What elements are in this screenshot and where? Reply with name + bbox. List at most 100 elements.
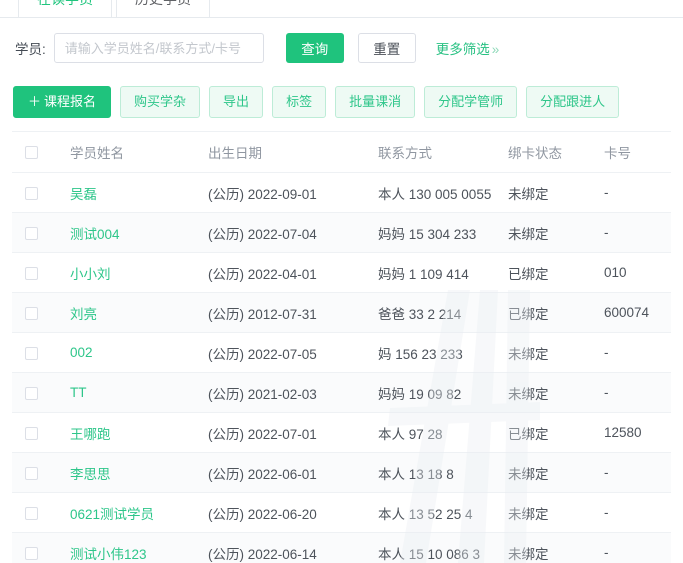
table-body: 吴磊 (公历) 2022-09-01 本人 130 005 0055 未绑定 -…: [12, 172, 671, 563]
tab-history-students[interactable]: 历史学员: [116, 0, 210, 17]
cell-contact: 妈妈 19 09 82: [378, 372, 508, 413]
assign-academic-manager-button[interactable]: 分配学管师: [424, 86, 518, 118]
row-checkbox[interactable]: [25, 507, 38, 521]
reset-button[interactable]: 重置: [357, 33, 416, 63]
student-name-link[interactable]: 王哪跑: [70, 427, 111, 442]
select-all-checkbox[interactable]: [25, 146, 38, 160]
students-table-container: 学员姓名 出生日期 联系方式 绑卡状态 卡号 吴磊 (公历) 2022-09-0…: [12, 131, 671, 563]
tab-bar: 在读学员 历史学员: [0, 0, 683, 18]
student-name-link[interactable]: TT: [70, 385, 87, 400]
table-row[interactable]: 测试004 (公历) 2022-07-04 妈妈 15 304 233 未绑定 …: [12, 212, 671, 253]
cell-student-name: 李思思: [70, 452, 208, 493]
batch-class-consume-button[interactable]: 批量课消: [335, 86, 416, 118]
cell-contact: 妈妈 1 109 414: [378, 252, 508, 293]
row-checkbox[interactable]: [25, 347, 38, 361]
row-select-cell: [12, 252, 70, 293]
table-row[interactable]: 吴磊 (公历) 2022-09-01 本人 130 005 0055 未绑定 -: [12, 172, 671, 213]
student-name-link[interactable]: 吴磊: [70, 187, 97, 202]
student-name-link[interactable]: 小小刘: [70, 267, 111, 282]
table-row[interactable]: TT (公历) 2021-02-03 妈妈 19 09 82 未绑定 -: [12, 372, 671, 413]
cell-bind-status: 未绑定: [508, 372, 604, 413]
row-checkbox[interactable]: [25, 227, 38, 241]
cell-birth-date: (公历) 2022-06-01: [208, 452, 378, 493]
cell-birth-date: (公历) 2022-07-01: [208, 412, 378, 453]
tag-button[interactable]: 标签: [272, 86, 327, 118]
row-select-cell: [12, 212, 70, 253]
row-select-cell: [12, 532, 70, 563]
cell-card-number: 600074: [604, 292, 671, 333]
row-select-cell: [12, 412, 70, 453]
table-row[interactable]: 刘亮 (公历) 2012-07-31 爸爸 33 2 214 已绑定 60007…: [12, 292, 671, 333]
cell-card-number: -: [604, 332, 671, 373]
table-row[interactable]: 测试小伟123 (公历) 2022-06-14 本人 15 10 086 3 未…: [12, 532, 671, 563]
cell-card-number: -: [604, 532, 671, 563]
cell-birth-date: (公历) 2022-06-20: [208, 492, 378, 533]
table-row[interactable]: 李思思 (公历) 2022-06-01 本人 13 18 8 未绑定 -: [12, 452, 671, 493]
cell-student-name: 王哪跑: [70, 412, 208, 453]
row-checkbox[interactable]: [25, 387, 38, 401]
cell-contact: 妈妈 15 304 233: [378, 212, 508, 253]
row-select-cell: [12, 172, 70, 213]
table-row[interactable]: 002 (公历) 2022-07-05 妈 156 23 233 未绑定 -: [12, 332, 671, 373]
cell-bind-status: 未绑定: [508, 332, 604, 373]
course-enroll-button[interactable]: ＋课程报名: [13, 86, 112, 118]
header-bind-status: 绑卡状态: [508, 132, 604, 173]
cell-birth-date: (公历) 2022-07-05: [208, 332, 378, 373]
row-checkbox[interactable]: [25, 467, 38, 481]
student-name-link[interactable]: 002: [70, 345, 93, 360]
student-name-link[interactable]: 刘亮: [70, 307, 97, 322]
student-name-link[interactable]: 测试004: [70, 227, 120, 242]
cell-contact: 本人 13 18 8: [378, 452, 508, 493]
cell-student-name: 小小刘: [70, 252, 208, 293]
cell-bind-status: 已绑定: [508, 252, 604, 293]
export-button[interactable]: 导出: [209, 86, 264, 118]
student-name-link[interactable]: 0621测试学员: [70, 507, 154, 522]
row-select-cell: [12, 492, 70, 533]
table-row[interactable]: 王哪跑 (公历) 2022-07-01 本人 97 28 已绑定 12580: [12, 412, 671, 453]
table-row[interactable]: 0621测试学员 (公历) 2022-06-20 本人 13 52 25 4 未…: [12, 492, 671, 533]
course-enroll-label: 课程报名: [44, 94, 97, 109]
student-search-label: 学员:: [15, 42, 46, 57]
cell-bind-status: 未绑定: [508, 172, 604, 213]
row-checkbox[interactable]: [25, 427, 38, 441]
cell-student-name: 吴磊: [70, 172, 208, 213]
query-button[interactable]: 查询: [285, 33, 344, 63]
row-checkbox[interactable]: [25, 307, 38, 321]
cell-card-number: 010: [604, 252, 671, 293]
cell-bind-status: 已绑定: [508, 292, 604, 333]
table-row[interactable]: 小小刘 (公历) 2022-04-01 妈妈 1 109 414 已绑定 010: [12, 252, 671, 293]
more-filters-link[interactable]: 更多筛选»: [436, 38, 500, 58]
search-filter-bar: 学员: 查询 重置 更多筛选»: [0, 28, 683, 68]
cell-bind-status: 已绑定: [508, 412, 604, 453]
tab-history-students-label: 历史学员: [135, 0, 191, 7]
buy-misc-fees-button[interactable]: 购买学杂: [120, 86, 201, 118]
assign-follower-button[interactable]: 分配跟进人: [526, 86, 620, 118]
header-contact: 联系方式: [378, 132, 508, 173]
plus-icon: ＋: [28, 94, 42, 109]
cell-card-number: -: [604, 492, 671, 533]
cell-bind-status: 未绑定: [508, 212, 604, 253]
more-filters-label: 更多筛选: [435, 42, 490, 57]
search-input[interactable]: [53, 33, 264, 63]
cell-card-number: -: [604, 452, 671, 493]
tab-current-students[interactable]: 在读学员: [18, 0, 112, 17]
table-header: 学员姓名 出生日期 联系方式 绑卡状态 卡号: [12, 132, 671, 173]
cell-birth-date: (公历) 2022-07-04: [208, 212, 378, 253]
student-name-link[interactable]: 李思思: [70, 467, 111, 482]
cell-card-number: -: [604, 212, 671, 253]
row-checkbox[interactable]: [25, 547, 38, 561]
cell-card-number: -: [604, 172, 671, 213]
select-all-header: [12, 132, 70, 173]
cell-birth-date: (公历) 2022-04-01: [208, 252, 378, 293]
student-name-link[interactable]: 测试小伟123: [70, 547, 147, 562]
cell-contact: 本人 13 52 25 4: [378, 492, 508, 533]
cell-birth-date: (公历) 2022-06-14: [208, 532, 378, 563]
cell-contact: 爸爸 33 2 214: [378, 292, 508, 333]
row-checkbox[interactable]: [25, 187, 38, 201]
cell-bind-status: 未绑定: [508, 492, 604, 533]
cell-student-name: 刘亮: [70, 292, 208, 333]
row-checkbox[interactable]: [25, 267, 38, 281]
cell-student-name: 测试小伟123: [70, 532, 208, 563]
row-select-cell: [12, 452, 70, 493]
cell-card-number: 12580: [604, 412, 671, 453]
